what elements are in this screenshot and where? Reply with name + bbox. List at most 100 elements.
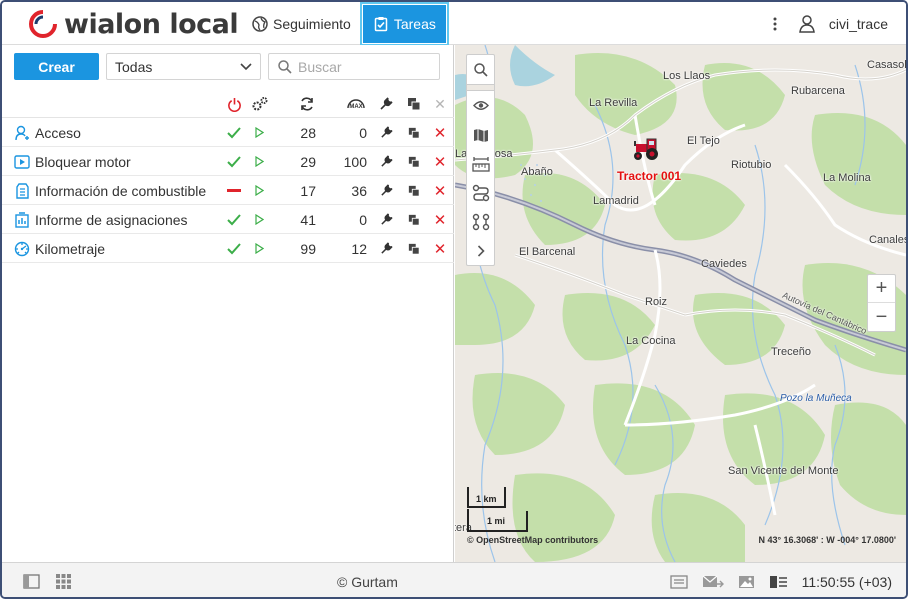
enabled-check-icon[interactable] [224,118,244,147]
table-row[interactable]: Kilometraje 99 12 ✕ [2,234,454,263]
copy-icon[interactable] [405,90,423,118]
search-placeholder: Buscar [298,58,342,75]
task-name[interactable]: Informe de asignaciones [35,205,188,234]
messages-panel-icon[interactable] [769,575,788,589]
run-icon[interactable] [251,147,267,176]
copy-icon[interactable] [405,118,423,147]
run-icon[interactable] [251,205,267,234]
delete-all-icon[interactable]: ✕ [432,90,448,118]
enabled-check-icon[interactable] [224,147,244,176]
tasks-panel: Crear Todas Buscar MAX ✕ Acceso 28 0 ✕ B… [2,45,454,562]
map-view[interactable]: Casasola Los Llaos La Revilla Rubarcena … [455,45,906,562]
create-button[interactable]: Crear [14,53,99,80]
eye-icon [472,101,489,110]
task-max: 36 [351,182,367,199]
map-place-label: San Vicente del Monte [728,465,839,477]
delete-icon[interactable]: ✕ [432,176,448,205]
map-geofence-button[interactable] [467,207,494,236]
table-row[interactable]: Informe de asignaciones 41 0 ✕ [2,205,454,234]
enabled-check-icon[interactable] [224,205,244,234]
user-icon [798,14,815,33]
enabled-check-icon[interactable] [224,234,244,263]
footer-right: 11:50:55 (+03) [669,563,892,597]
geofence-icon [472,213,489,230]
map-measure-button[interactable] [467,149,494,178]
delete-icon[interactable]: ✕ [432,118,448,147]
run-icon[interactable] [251,176,267,205]
nav-tracking-label: Seguimiento [273,15,351,32]
nav-tracking[interactable]: Seguimiento [246,2,357,45]
table-row[interactable]: Acceso 28 0 ✕ [2,118,454,147]
task-name[interactable]: Información de combustible [35,176,206,205]
route-icon [472,184,489,201]
filter-select[interactable]: Todas [106,53,261,80]
header-right: civi_trace [773,2,888,45]
map-place-label: El Barcenal [519,246,576,258]
search-input[interactable]: Buscar [268,53,440,80]
map-place-label: La Revilla [589,97,638,109]
top-bar: wialon local Seguimiento Tareas civi_tra… [2,2,906,46]
wrench-icon[interactable] [377,118,395,147]
user-menu[interactable]: civi_trace [798,14,888,33]
wrench-icon[interactable] [377,234,395,263]
map-expand-button[interactable] [467,236,494,265]
delete-icon[interactable]: ✕ [432,205,448,234]
copy-icon[interactable] [405,234,423,263]
refresh-icon[interactable] [296,90,318,118]
task-max: 12 [351,240,367,257]
task-name[interactable]: Acceso [35,118,81,147]
max-icon[interactable]: MAX [344,90,368,118]
run-icon[interactable] [251,118,267,147]
wrench-icon[interactable] [377,90,395,118]
user-name: civi_trace [828,15,888,32]
map-layers-button[interactable] [467,120,494,149]
task-name[interactable]: Kilometraje [35,234,105,263]
wrench-icon[interactable] [377,205,395,234]
apps-grid-icon[interactable] [56,574,71,589]
logo-text: wialon local [64,8,239,40]
map-coordinates: N 43° 16.3068' : W -004° 17.0800' [758,535,896,545]
delete-icon[interactable]: ✕ [432,234,448,263]
map-search-button[interactable] [467,55,494,84]
copy-icon[interactable] [405,176,423,205]
chevron-right-icon [477,244,485,257]
zoom-out-button[interactable]: − [868,303,895,331]
tractor-icon[interactable] [630,138,664,162]
power-icon[interactable] [224,90,244,118]
map-place-label: Roiz [645,296,668,308]
map-route-button[interactable] [467,178,494,207]
clipboard-check-icon [374,16,388,31]
notifications-list-icon[interactable] [669,574,688,589]
map-place-label: La Molina [823,172,871,184]
zoom-control: + − [867,274,896,332]
table-row[interactable]: Bloquear motor 29 100 ✕ [2,147,454,176]
task-max: 100 [343,153,367,170]
map-visibility-button[interactable] [467,91,494,120]
map-place-label: Casasola [867,59,906,71]
clock: 11:50:55 (+03) [801,573,892,590]
table-row[interactable]: Información de combustible 17 36 ✕ [2,176,454,205]
wrench-icon[interactable] [377,147,395,176]
mail-send-icon[interactable] [702,575,724,589]
copy-icon[interactable] [405,205,423,234]
wrench-icon[interactable] [377,176,395,205]
disabled-dash-icon[interactable] [224,176,244,205]
map-attribution: © OpenStreetMap contributors [467,535,599,545]
more-vertical-icon[interactable] [773,17,777,31]
panel-layout-icon[interactable] [23,574,40,589]
building-report-icon [12,205,32,234]
copy-icon[interactable] [405,147,423,176]
task-max: 0 [359,124,367,141]
scale-km-label: 1 km [476,494,497,504]
map-place-label: Caviedes [701,258,747,270]
run-icon[interactable] [251,234,267,263]
delete-icon[interactable]: ✕ [432,147,448,176]
gears-icon[interactable] [250,90,270,118]
nav-tasks[interactable]: Tareas [359,2,449,46]
image-icon[interactable] [738,575,755,589]
unit-label[interactable]: Tractor 001 [617,169,681,183]
task-count: 99 [300,240,316,257]
task-name[interactable]: Bloquear motor [35,147,131,176]
zoom-in-button[interactable]: + [868,275,895,303]
map-place-label: Treceño [771,346,811,358]
